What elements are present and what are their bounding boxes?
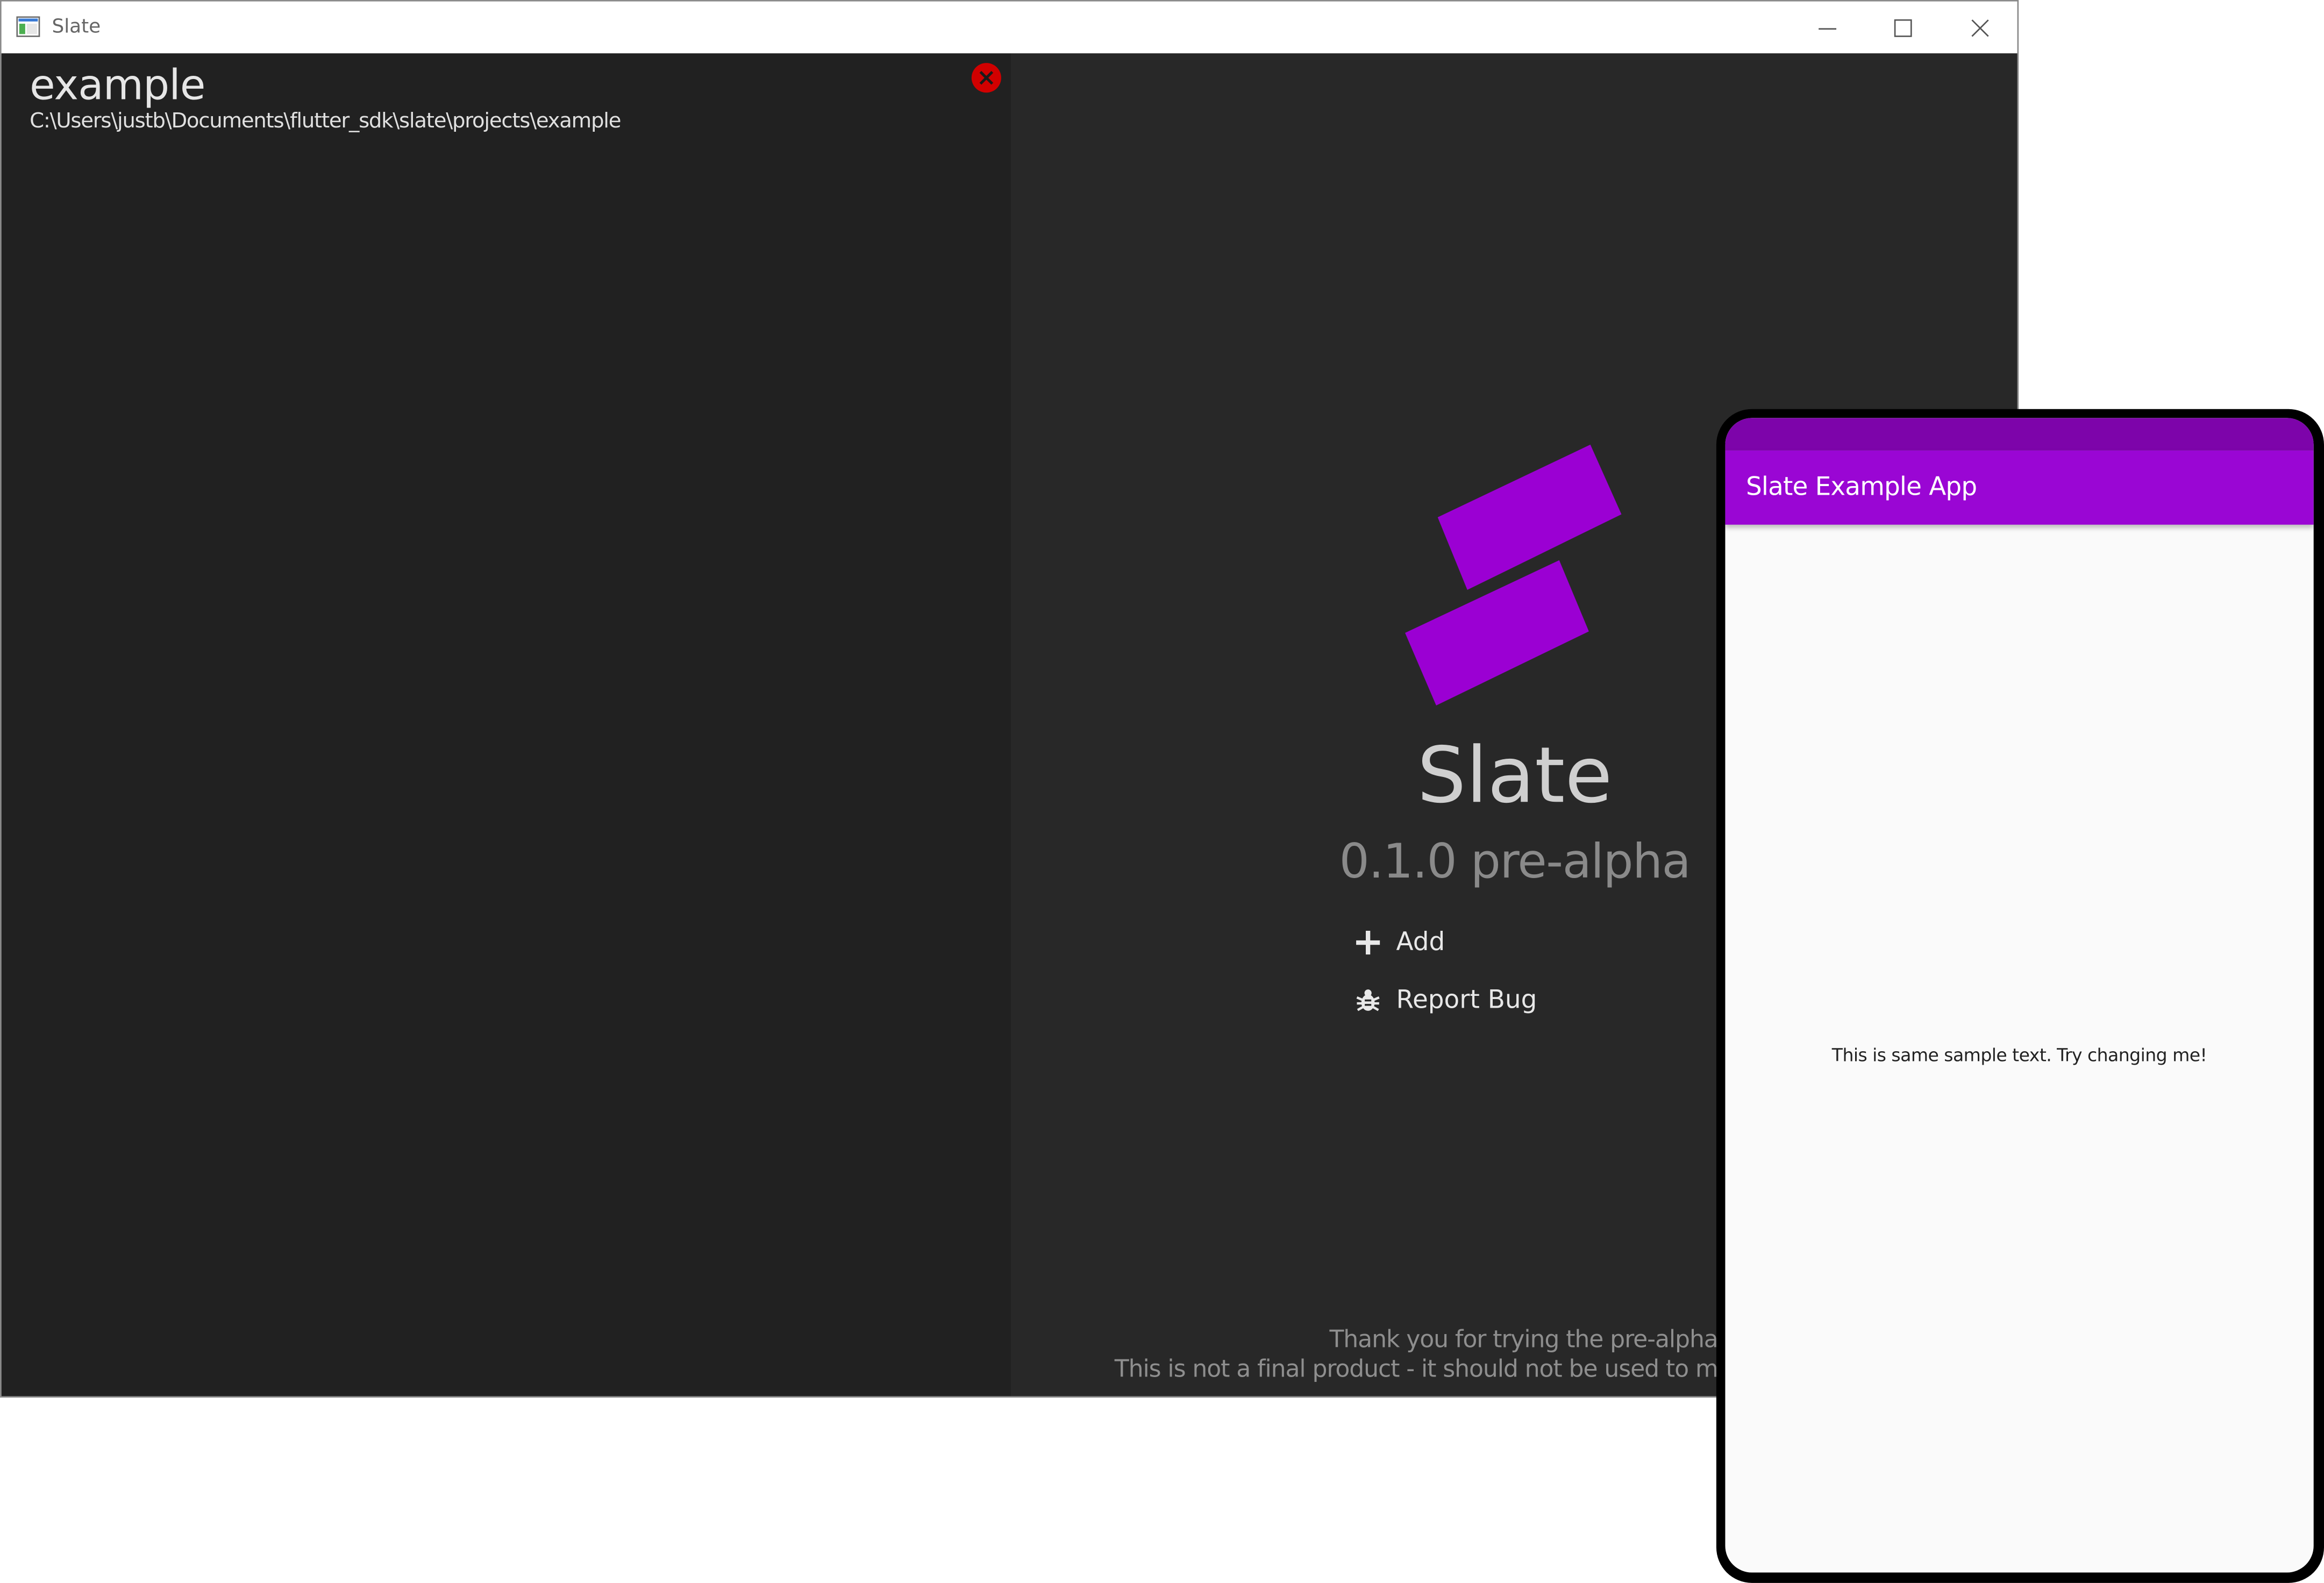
slate-logo-icon bbox=[1405, 444, 1622, 706]
close-icon bbox=[1971, 18, 1989, 37]
maximize-icon bbox=[1894, 18, 1912, 37]
add-project-button[interactable]: Add bbox=[1355, 928, 1445, 958]
phone-status-bar bbox=[1725, 418, 2314, 451]
add-label: Add bbox=[1396, 928, 1445, 958]
minimize-button[interactable] bbox=[1791, 2, 1865, 53]
remove-project-button[interactable] bbox=[971, 62, 1002, 94]
remove-circle-icon bbox=[971, 63, 1001, 93]
brand-version: 0.1.0 pre-alpha bbox=[1339, 833, 1691, 889]
phone-screen[interactable]: Slate Example App This is same sample te… bbox=[1725, 418, 2314, 1573]
window-content: example C:\Users\justb\Documents\flutter… bbox=[1, 53, 2018, 1396]
project-path: C:\Users\justb\Documents\flutter_sdk\sla… bbox=[30, 109, 621, 134]
project-name: example bbox=[30, 61, 205, 110]
bug-icon bbox=[1355, 987, 1381, 1014]
minimize-icon bbox=[1819, 27, 1837, 29]
brand-title: Slate bbox=[1417, 732, 1613, 822]
sample-text: This is same sample text. Try changing m… bbox=[1831, 1045, 2207, 1066]
phone-app-bar: Slate Example App bbox=[1725, 450, 2314, 525]
title-bar[interactable]: Slate bbox=[1, 1, 2018, 54]
project-list-panel: example C:\Users\justb\Documents\flutter… bbox=[1, 53, 1011, 1396]
footer-thanks: Thank you for trying the pre-alpha! bbox=[1329, 1325, 1727, 1353]
close-button[interactable] bbox=[1943, 2, 2018, 53]
footer-disclaimer: This is not a final product - it should … bbox=[1114, 1354, 1759, 1383]
phone-preview: Slate Example App This is same sample te… bbox=[1716, 409, 2324, 1583]
app-window-icon bbox=[16, 16, 40, 37]
maximize-button[interactable] bbox=[1866, 2, 1940, 53]
window-title: Slate bbox=[52, 16, 101, 39]
plus-icon bbox=[1355, 929, 1381, 956]
report-bug-button[interactable]: Report Bug bbox=[1355, 986, 1537, 1015]
app-bar-title: Slate Example App bbox=[1746, 473, 1977, 503]
report-bug-label: Report Bug bbox=[1396, 985, 1537, 1016]
